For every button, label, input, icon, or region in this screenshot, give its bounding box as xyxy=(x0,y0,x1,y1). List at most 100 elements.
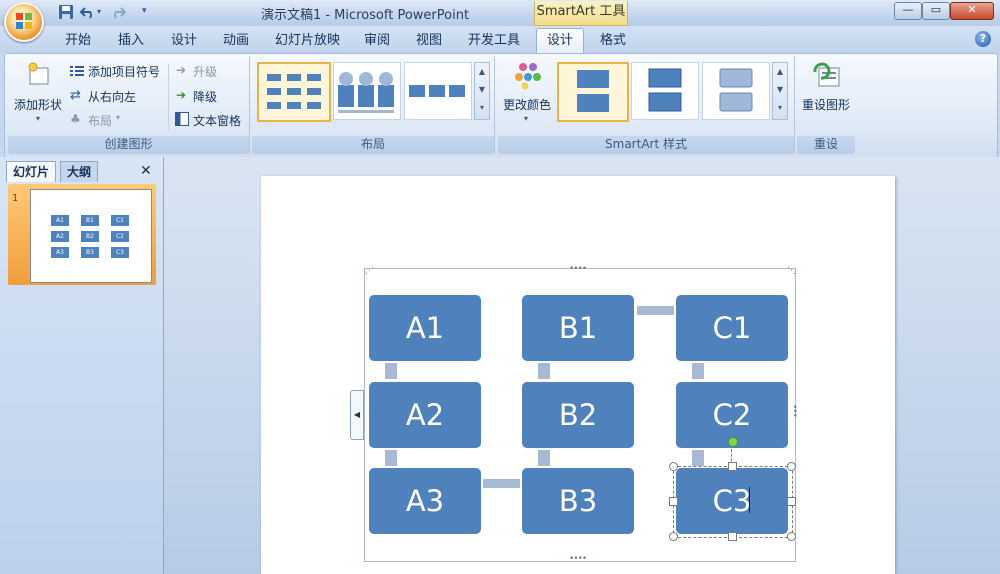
add-shape-dropdown-icon[interactable]: ▾ xyxy=(36,114,40,123)
frame-top-handle[interactable]: •••• xyxy=(569,264,587,274)
add-shape-icon[interactable] xyxy=(26,62,52,88)
change-colors-dropdown-icon[interactable]: ▾ xyxy=(524,114,528,123)
mini-node: A3 xyxy=(51,247,69,258)
layout-button[interactable]: 布局 xyxy=(88,112,112,129)
tab-slideshow[interactable]: 幻灯片放映 xyxy=(275,31,340,51)
mini-node: C2 xyxy=(111,231,129,242)
reset-graphic-icon[interactable] xyxy=(811,60,841,90)
tab-developer[interactable]: 开发工具 xyxy=(468,31,520,51)
style-option-subtle[interactable] xyxy=(631,62,699,120)
customize-qat-icon[interactable]: ▾ xyxy=(142,6,147,16)
demote-icon: ➔ xyxy=(176,88,187,102)
smartart-node-a3[interactable]: A3 xyxy=(369,468,481,534)
resize-handle[interactable] xyxy=(669,497,678,506)
resize-handle[interactable] xyxy=(787,462,796,471)
undo-icon[interactable] xyxy=(80,4,96,20)
layout-option-horizontal[interactable] xyxy=(404,62,472,120)
bullet-list-icon xyxy=(70,66,84,76)
mini-node: A2 xyxy=(51,231,69,242)
demote-button[interactable]: 降级 xyxy=(193,88,217,105)
selection-box xyxy=(673,466,793,538)
gallery-more-icon[interactable]: ▾ xyxy=(475,99,489,117)
frame-corner-handle[interactable]: ⋰ xyxy=(365,266,374,276)
resize-handle[interactable] xyxy=(669,532,678,541)
text-pane-toggle[interactable]: ◀ xyxy=(350,390,364,440)
layout-dropdown-icon[interactable]: ▾ xyxy=(116,113,120,122)
text-pane-icon xyxy=(175,112,189,126)
tab-review[interactable]: 审阅 xyxy=(364,31,390,51)
pane-close-icon[interactable]: ✕ xyxy=(140,163,152,179)
frame-corner-handle[interactable]: ⋱ xyxy=(787,266,796,276)
smartart-node-b3[interactable]: B3 xyxy=(522,468,634,534)
layout-thumbnail xyxy=(409,85,465,97)
office-button[interactable] xyxy=(4,2,44,42)
connector xyxy=(538,450,550,466)
group-label-create-graphic: 创建图形 xyxy=(104,137,153,151)
change-colors-icon[interactable] xyxy=(513,60,543,90)
smartart-node-a2[interactable]: A2 xyxy=(369,382,481,448)
frame-bottom-handle[interactable]: •••• xyxy=(569,554,587,564)
layouts-gallery-scroll[interactable]: ▲ ▼ ▾ xyxy=(474,62,490,120)
connector xyxy=(692,450,704,466)
scroll-down-icon[interactable]: ▼ xyxy=(475,81,489,99)
resize-handle[interactable] xyxy=(728,462,737,471)
minimize-button[interactable]: — xyxy=(894,2,922,20)
add-bullet-button[interactable]: 添加项目符号 xyxy=(88,63,160,80)
gallery-more-icon[interactable]: ▾ xyxy=(773,99,787,117)
resize-handle[interactable] xyxy=(669,462,678,471)
tab-home[interactable]: 开始 xyxy=(65,31,91,51)
rotate-handle[interactable] xyxy=(728,437,738,447)
style-thumbnail xyxy=(719,68,753,112)
connector xyxy=(637,306,674,315)
style-thumbnail xyxy=(577,70,609,112)
tab-view[interactable]: 视图 xyxy=(416,31,442,51)
restore-button[interactable]: ▭ xyxy=(922,2,950,20)
reset-graphic-button[interactable]: 重设图形 xyxy=(802,96,850,113)
tab-slides[interactable]: 幻灯片 xyxy=(6,161,57,182)
tab-outline[interactable]: 大纲 xyxy=(60,161,99,182)
right-to-left-button[interactable]: 从右向左 xyxy=(88,88,136,105)
smartart-node-b1[interactable]: B1 xyxy=(522,295,634,361)
resize-handle[interactable] xyxy=(787,532,796,541)
frame-right-handle[interactable]: ••• xyxy=(789,404,799,417)
close-button[interactable]: ✕ xyxy=(950,2,994,20)
smartart-node-c1[interactable]: C1 xyxy=(676,295,788,361)
connector xyxy=(385,450,397,466)
layout-option-process-grid[interactable] xyxy=(257,62,331,122)
smartart-node-b2[interactable]: B2 xyxy=(522,382,634,448)
change-colors-button[interactable]: 更改颜色 xyxy=(503,96,551,113)
resize-handle[interactable] xyxy=(728,532,737,541)
window-title: 演示文稿1 - Microsoft PowerPoint xyxy=(260,8,470,23)
slide-thumbnail[interactable]: A1 A2 A3 B1 B2 B3 C1 C2 C3 xyxy=(30,189,152,283)
text-pane-button[interactable]: 文本窗格 xyxy=(193,112,241,129)
scroll-up-icon[interactable]: ▲ xyxy=(475,63,489,81)
tab-smartart-design[interactable]: 设计 xyxy=(536,28,585,54)
scroll-down-icon[interactable]: ▼ xyxy=(773,81,787,99)
style-option-simple[interactable] xyxy=(557,62,629,122)
promote-button[interactable]: 升级 xyxy=(193,63,217,80)
layout-option-circles[interactable] xyxy=(333,62,401,120)
group-label-reset: 重设 xyxy=(813,137,838,151)
scroll-up-icon[interactable]: ▲ xyxy=(773,63,787,81)
style-option-light[interactable] xyxy=(702,62,770,120)
office-logo-icon xyxy=(16,13,32,29)
layout-hierarchy-icon: ♣ xyxy=(70,112,81,126)
resize-handle[interactable] xyxy=(787,497,796,506)
tab-design[interactable]: 设计 xyxy=(171,31,197,51)
redo-icon[interactable] xyxy=(110,4,126,20)
tab-insert[interactable]: 插入 xyxy=(118,31,144,51)
tab-smartart-format[interactable]: 格式 xyxy=(600,31,626,51)
undo-dropdown-icon[interactable]: ▾ xyxy=(97,7,101,16)
styles-gallery-scroll[interactable]: ▲ ▼ ▾ xyxy=(772,62,788,120)
smartart-node-a1[interactable]: A1 xyxy=(369,295,481,361)
connector xyxy=(483,479,520,488)
add-shape-button[interactable]: 添加形状 xyxy=(14,96,62,113)
help-icon[interactable]: ? xyxy=(975,31,991,47)
layout-thumbnail xyxy=(338,72,394,113)
save-icon[interactable] xyxy=(58,4,74,20)
right-to-left-icon: ⇄ xyxy=(70,88,81,103)
tab-animations[interactable]: 动画 xyxy=(223,31,249,51)
smartart-tools-context-label: SmartArt 工具 xyxy=(534,1,628,26)
mini-node: B3 xyxy=(81,247,99,258)
promote-icon: ➔ xyxy=(176,63,187,77)
